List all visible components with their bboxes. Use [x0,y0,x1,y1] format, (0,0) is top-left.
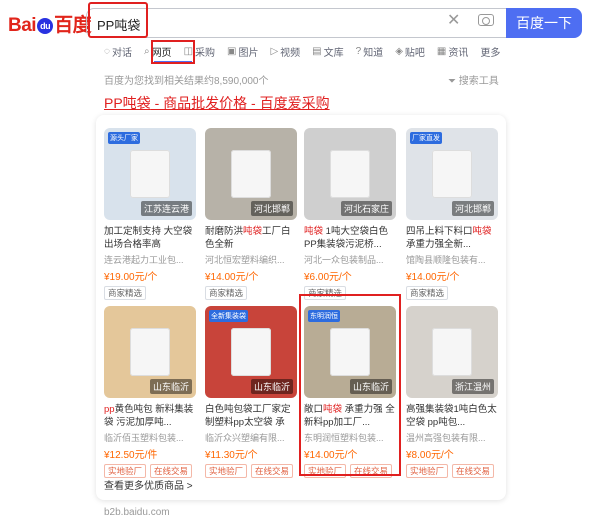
product-corner-label: 全新集装袋 [209,310,248,322]
product-badges: 商家精选 [205,286,297,300]
forum-icon: ◈ [395,46,403,57]
bag-illustration [432,150,472,198]
camera-icon[interactable] [478,14,494,26]
highlight-product-7 [299,294,401,476]
product-price: ¥6.00元/个 [304,272,352,283]
product-badges: 实地验厂 在线交易 [205,464,297,478]
product-price: ¥8.00元/个 [406,450,454,461]
clear-icon[interactable]: ✕ [447,13,460,29]
product-badge: 商家精选 [406,286,449,300]
product-image[interactable]: 全新集装袋 山东临沂 [205,306,297,398]
product-title[interactable]: 吨袋 1吨大空袋白色PP集装袋污泥桥... [304,225,396,251]
bag-illustration [432,328,472,376]
product-location-tag: 江苏连云港 [140,201,192,216]
bag-illustration [231,150,271,198]
search-tools-button[interactable]: ⏷ 搜索工具 [448,72,499,87]
product-location-tag: 山东临沂 [250,379,293,394]
product-corner-label: 源头厂家 [108,132,140,144]
tab-news[interactable]: ▦ 资讯 [437,44,468,59]
document-icon: ▤ [312,46,322,57]
product-title[interactable]: 白色吨包袋工厂家定制塑料pp太空袋 承重... [205,403,297,429]
product-item[interactable]: 厂家直发 河北邯郸 四吊上料下料口吨袋 承重力强全新... 馆陶县顺隆包装有..… [406,128,498,300]
source-url[interactable]: b2b.baidu.com [104,507,170,518]
web-icon: ⌕ [143,46,150,57]
search-box[interactable]: PP吨袋 [86,8,506,38]
result-title-link[interactable]: PP吨袋 - 商品批发价格 - 百度爱采购 [104,93,330,113]
bag-illustration [130,150,170,198]
product-badge: 在线交易 [452,464,495,478]
image-icon: ▣ [227,46,237,57]
product-badges: 实地验厂 在线交易 [406,464,498,478]
product-badge: 实地验厂 [104,464,147,478]
product-image[interactable]: 河北邯郸 [205,128,297,220]
product-badges: 实地验厂 在线交易 [104,464,196,478]
product-price: ¥12.50元/件 [104,450,158,461]
product-location-tag: 河北石家庄 [340,201,392,216]
product-title[interactable]: 耐磨防洪吨袋工厂白色全新 [205,225,297,251]
product-location-tag: 浙江温州 [451,379,494,394]
product-item[interactable]: 全新集装袋 山东临沂 白色吨包袋工厂家定制塑料pp太空袋 承重... 临沂众兴塑… [205,306,297,478]
question-icon: ? [355,46,362,57]
product-badge: 商家精选 [104,286,147,300]
product-badge: 在线交易 [150,464,193,478]
product-title[interactable]: 加工定制支持 大空袋出场合格率高 [104,225,196,251]
product-location-tag: 山东临沂 [149,379,192,394]
logo-text-bai: Bai [8,15,37,36]
tab-tieba[interactable]: ◈ 贴吧 [395,44,425,59]
product-price: ¥19.00元/个 [104,272,158,283]
product-location-tag: 河北邯郸 [451,201,494,216]
product-seller: 河北一众包装制品... [304,255,384,265]
product-image[interactable]: 源头厂家 江苏连云港 [104,128,196,220]
product-title[interactable]: pp黄色吨包 新料集装袋 污泥加厚吨... [104,403,196,429]
product-seller: 临沂佰玉塑料包装... [104,433,184,443]
product-seller: 连云港起力工业包... [104,255,184,265]
highlight-web-tab [151,40,195,64]
tab-video[interactable]: ▷ 视频 [270,44,300,59]
product-price: ¥11.30元/个 [205,450,258,461]
product-badges: 商家精选 [406,286,498,300]
result-count: 百度为您找到相关结果约8,590,000个 [104,76,269,87]
more-products-link[interactable]: 查看更多优质商品 > [104,477,193,492]
product-corner-label: 厂家直发 [410,132,442,144]
product-item[interactable]: 浙江温州 高强集装袋1吨白色太空袋 pp吨包... 温州高强包装有限... ¥8… [406,306,498,478]
product-item[interactable]: 河北石家庄 吨袋 1吨大空袋白色PP集装袋污泥桥... 河北一众包装制品... … [304,128,396,300]
search-button[interactable]: 百度一下 [506,8,582,38]
chat-icon: ◌ [104,46,110,57]
product-location-tag: 河北邯郸 [250,201,293,216]
tab-images[interactable]: ▣ 图片 [227,44,258,59]
product-seller: 馆陶县顺隆包装有... [406,255,486,265]
product-image[interactable]: 山东临沂 [104,306,196,398]
product-item[interactable]: 河北邯郸 耐磨防洪吨袋工厂白色全新 河北恒宏塑料编织... ¥14.00元/个 … [205,128,297,300]
product-title[interactable]: 四吊上料下料口吨袋 承重力强全新... [406,225,498,251]
news-icon: ▦ [436,46,447,57]
tab-more[interactable]: 更多 [480,44,500,59]
baidu-logo[interactable]: Bai du 百度 [8,10,92,37]
filter-icon: ⏷ [448,76,459,87]
product-seller: 临沂众兴塑编有限... [205,433,285,443]
product-price: ¥14.00元/个 [205,272,259,283]
paw-icon: du [37,18,54,34]
bag-illustration [130,328,170,376]
bag-illustration [231,328,271,376]
product-badge: 实地验厂 [205,464,248,478]
product-image[interactable]: 河北石家庄 [304,128,396,220]
product-badge: 商家精选 [205,286,248,300]
product-item[interactable]: 山东临沂 pp黄色吨包 新料集装袋 污泥加厚吨... 临沂佰玉塑料包装... ¥… [104,306,196,478]
video-icon: ▷ [270,46,279,57]
product-badge: 在线交易 [251,464,294,478]
product-item[interactable]: 源头厂家 江苏连云港 加工定制支持 大空袋出场合格率高 连云港起力工业包... … [104,128,196,300]
product-seller: 温州高强包装有限... [406,433,486,443]
bag-illustration [330,150,370,198]
product-title[interactable]: 高强集装袋1吨白色太空袋 pp吨包... [406,403,498,429]
product-image[interactable]: 厂家直发 河北邯郸 [406,128,498,220]
tab-wenku[interactable]: ▤ 文库 [312,44,343,59]
tab-zhidao[interactable]: ? 知道 [356,44,384,59]
tab-chat[interactable]: ◌ 对话 [104,44,132,59]
product-image[interactable]: 浙江温州 [406,306,498,398]
product-badges: 商家精选 [104,286,196,300]
product-badge: 实地验厂 [406,464,449,478]
product-seller: 河北恒宏塑料编织... [205,255,285,265]
highlight-search-box [88,2,148,38]
product-price: ¥14.00元/个 [406,272,460,283]
